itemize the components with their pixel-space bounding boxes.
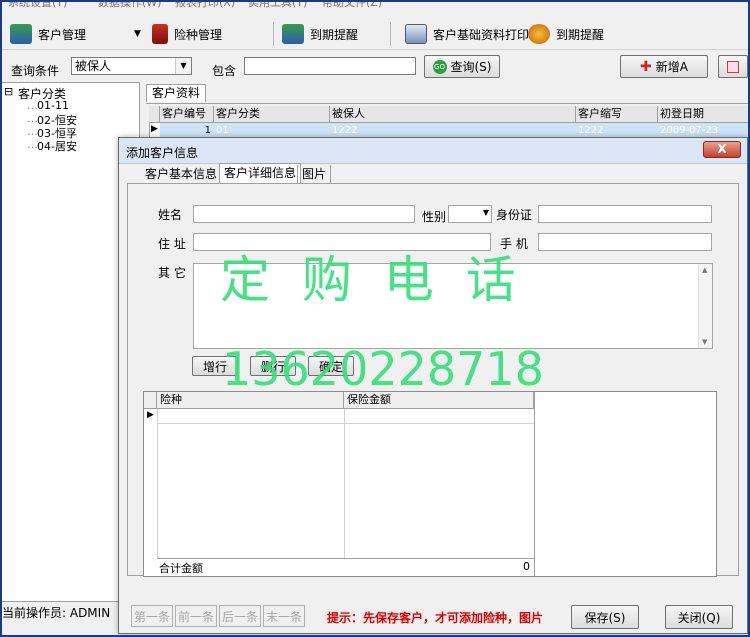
toolbar: 客户管理 ▼ 险种管理 到期提醒 客户基础资料打印 到期提醒: [0, 18, 750, 50]
chevron-down-icon[interactable]: ▼: [175, 58, 191, 74]
search-button-label: 查询(S): [450, 60, 492, 74]
tree-item[interactable]: 01-11: [37, 99, 69, 112]
id-card-label: 身份证: [496, 208, 533, 222]
dropdown-arrow[interactable]: ▼: [134, 22, 141, 46]
save-button[interactable]: 保存(S): [571, 605, 639, 629]
gender-label: 性别: [422, 210, 447, 224]
menu-help[interactable]: 帮助文件(Z): [322, 0, 382, 10]
grid-cell[interactable]: 2009-07-23: [658, 123, 750, 138]
tab-basic-info[interactable]: 客户基本信息: [141, 165, 221, 184]
search-button[interactable]: GO 查询(S): [424, 55, 500, 78]
add-new-button-label: 新增A: [655, 60, 688, 74]
print-basic-info-button[interactable]: 客户基础资料打印: [405, 22, 529, 46]
grid-corner: [149, 106, 160, 123]
grid-header-cell[interactable]: 客户分类: [214, 106, 330, 123]
menu-system[interactable]: 系统设置(Y): [8, 0, 67, 10]
watermark-text-1: 定 购 电 话: [220, 251, 524, 309]
add-new-button[interactable]: ✚ 新增A: [620, 55, 708, 78]
query-field-value: 被保人: [75, 59, 112, 73]
total-label: 合计金额: [159, 562, 203, 575]
tab-detail-info[interactable]: 客户详细信息: [219, 163, 302, 184]
close-icon[interactable]: X: [703, 141, 741, 158]
total-row: 合计金额 0: [157, 558, 534, 575]
prev-record-button[interactable]: 前一条: [175, 605, 217, 627]
insurance-management-button[interactable]: 险种管理: [152, 22, 222, 46]
expiry-reminder-2-label: 到期提醒: [556, 27, 605, 42]
grid-header-cell[interactable]: 被保人: [330, 106, 576, 123]
menu-report[interactable]: 报表打印(X): [175, 0, 235, 10]
current-operator-status: 当前操作员: ADMIN: [2, 606, 111, 620]
textarea-scrollbar[interactable]: ▲ ▼: [698, 264, 712, 348]
name-input[interactable]: [193, 205, 415, 223]
insurance-management-label: 险种管理: [174, 27, 223, 42]
grid-line: [344, 409, 345, 559]
id-card-input[interactable]: [538, 205, 712, 223]
menu-data[interactable]: 数据操作(W): [98, 0, 161, 10]
row-pointer-icon: ▶: [151, 124, 158, 134]
edit-button[interactable]: [718, 55, 748, 78]
other-label: 其 它: [158, 266, 186, 280]
dialog-title-bar[interactable]: 添加客户信息 X: [119, 138, 747, 164]
grid-cell[interactable]: 1: [160, 123, 214, 138]
table-row[interactable]: [157, 409, 534, 424]
tab-customer-data[interactable]: 客户资料: [146, 84, 207, 102]
watermark-text-2: 13620228718: [222, 342, 544, 396]
save-hint: 提示：先保存客户，才可添加险种，图片: [327, 611, 544, 625]
contains-input[interactable]: [244, 57, 416, 75]
tree-item[interactable]: 04-居安: [37, 138, 77, 154]
dialog-title: 添加客户信息: [126, 146, 199, 160]
printer-icon: [405, 24, 427, 44]
grid-cell[interactable]: 1222: [576, 123, 658, 138]
expiry-reminder-2-button[interactable]: 到期提醒: [528, 22, 604, 46]
insurance-detail-grid[interactable]: 险种 保险金额 ▶ 合计金额 0: [143, 391, 717, 577]
last-record-button[interactable]: 末一条: [263, 605, 305, 627]
reminder-icon: [282, 24, 304, 44]
tab-images[interactable]: 图片: [297, 165, 332, 184]
grid-header-cell[interactable]: 客户缩写: [576, 106, 658, 123]
grid-cell[interactable]: 01: [214, 123, 330, 138]
coins-icon: [528, 24, 550, 44]
name-label: 姓名: [158, 208, 183, 222]
chevron-down-icon[interactable]: ▼: [483, 208, 489, 217]
grid-line: [534, 392, 535, 576]
insurance-book-icon: [152, 24, 168, 44]
grid-cell[interactable]: 1222: [330, 123, 576, 138]
edit-icon: [727, 60, 739, 73]
scroll-up-icon[interactable]: ▲: [702, 266, 707, 274]
chevron-down-icon: ▼: [134, 29, 141, 39]
menu-bar: 系统设置(Y) 数据操作(W) 报表打印(X) 实用工具(Y) 帮助文件(Z): [0, 0, 750, 12]
customer-management-label: 客户管理: [38, 27, 87, 42]
grid-line: [157, 409, 158, 559]
search-icon: GO: [432, 59, 447, 74]
query-field-select[interactable]: 被保人 ▼: [71, 57, 192, 75]
grid-header-cell[interactable]: 客户编号: [160, 106, 214, 123]
expiry-reminder-button[interactable]: 到期提醒: [282, 22, 358, 46]
first-record-button[interactable]: 第一条: [131, 605, 173, 627]
tree-collapse-icon[interactable]: ⊟: [4, 85, 13, 98]
tab-underline: [146, 103, 750, 104]
mobile-input[interactable]: [538, 233, 712, 251]
close-button[interactable]: 关闭(Q): [665, 605, 733, 629]
address-label: 住 址: [158, 237, 186, 251]
expiry-reminder-label: 到期提醒: [310, 27, 359, 42]
menu-tools[interactable]: 实用工具(Y): [248, 0, 307, 10]
gender-select[interactable]: ▼: [448, 205, 492, 223]
query-condition-label: 查询条件: [11, 64, 60, 78]
contains-label: 包含: [212, 64, 237, 78]
toolbar-separator: [273, 22, 274, 46]
scroll-down-icon[interactable]: ▼: [702, 338, 707, 346]
total-value: 0: [523, 560, 530, 573]
grid-header-cell[interactable]: 初登日期: [658, 106, 750, 123]
row-pointer-icon: ▶: [147, 410, 154, 420]
plus-icon: ✚: [640, 58, 652, 75]
print-basic-info-label: 客户基础资料打印: [433, 27, 530, 42]
grid-corner: [144, 392, 157, 409]
customer-management-icon: [10, 24, 32, 44]
next-record-button[interactable]: 后一条: [219, 605, 261, 627]
customer-management-button[interactable]: 客户管理: [10, 22, 86, 46]
toolbar-separator: [390, 22, 391, 46]
